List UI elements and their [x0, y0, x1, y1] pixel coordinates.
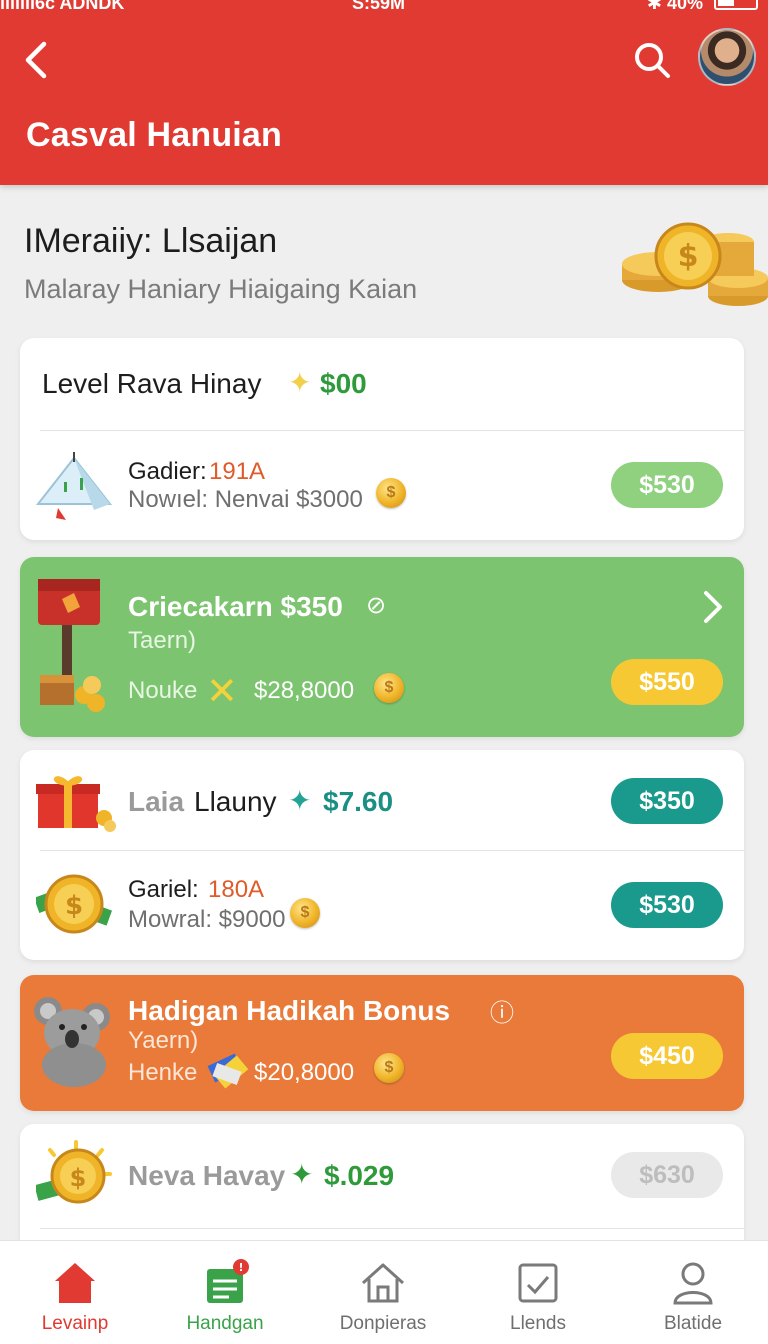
- money-wings-icon: [207, 1053, 249, 1089]
- svg-text:$: $: [678, 239, 699, 274]
- card-level[interactable]: Level Rava Hinay ✦ $00 Gadier: 191A Nowı…: [20, 338, 744, 540]
- koala-icon: [34, 997, 110, 1087]
- cross-icon: ✕: [206, 671, 238, 713]
- divider: [40, 1228, 744, 1229]
- sparkle-icon: ✦: [288, 367, 312, 398]
- search-icon: [635, 43, 670, 78]
- app-bar: ıılllıı6c ADNDK S:59M ✱ 40% Casval Hanui…: [0, 0, 768, 185]
- hadigan-amount-button[interactable]: $450: [611, 1033, 723, 1079]
- svg-text:$: $: [70, 1164, 87, 1192]
- nav-item-llends[interactable]: Llends: [463, 1241, 613, 1344]
- card-level-amount: $00: [320, 368, 367, 399]
- card-criecakarn-line-amount: $28,8000: [254, 677, 355, 704]
- person-icon: [673, 1262, 713, 1305]
- card-neva-title: Neva Havay: [128, 1160, 286, 1191]
- level-amount-button[interactable]: $530: [611, 462, 723, 508]
- divider: [40, 850, 744, 851]
- criecakarn-amount-button[interactable]: $550: [611, 659, 723, 705]
- sun-coin-icon: $: [36, 1140, 112, 1204]
- card-criecakarn[interactable]: Criecakarn $350 ⊘ Taern) Nouke ✕ $28,800…: [20, 557, 744, 737]
- row-label-gadier: Gadier:: [128, 458, 207, 485]
- home-icon: [55, 1263, 95, 1303]
- card-laia-title-dark: Llauny: [194, 786, 277, 817]
- info-icon: ⓘ: [490, 1000, 514, 1027]
- coin-stack-illustration: $: [622, 222, 768, 306]
- row-label-gariel: Gariel:: [128, 876, 199, 903]
- chevron-left-icon: [25, 41, 47, 79]
- nav-label: Handgan: [186, 1313, 264, 1334]
- coin-icon: $: [290, 898, 320, 928]
- divider: [40, 430, 744, 431]
- check-circle-icon: ⊘: [366, 592, 387, 619]
- status-time: S:59M: [352, 0, 406, 13]
- row-line-nowiel: Nowıel: Nenvai $3000: [128, 486, 363, 513]
- nav-label: Llends: [510, 1313, 566, 1334]
- checkbox-icon: [518, 1263, 558, 1303]
- bottom-nav: Levainp ! Handgan Donpieras Llends Blati…: [0, 1240, 768, 1344]
- page-title: Casval Hanuian: [26, 116, 283, 154]
- card-hadigan-subtitle: Yaern): [128, 1027, 199, 1054]
- card-hadigan[interactable]: Hadigan Hadikah Bonus ⓘ Yaern) Henke $20…: [20, 975, 744, 1111]
- search-button[interactable]: [630, 38, 674, 82]
- carrier-label: ıılllıı6c ADNDK: [0, 0, 125, 13]
- card-neva-amount: $.029: [324, 1160, 395, 1191]
- nav-label: Donpieras: [339, 1313, 427, 1334]
- row-line-mowral: Mowral: $9000: [128, 906, 286, 933]
- clipboard-icon: !: [207, 1259, 249, 1303]
- card-level-title: Level Rava Hinay: [42, 368, 262, 399]
- sparkle-icon: ✦: [288, 785, 312, 816]
- bluetooth-icon: ✱: [646, 0, 662, 13]
- card-neva[interactable]: $ Neva Havay ✦ $.029 $630: [20, 1124, 744, 1254]
- card-hadigan-line-amount: $20,8000: [254, 1059, 355, 1086]
- battery-percent: 40%: [666, 0, 703, 13]
- status-right: ✱ 40%: [647, 0, 758, 12]
- row-value-gadier: 191A: [209, 458, 266, 485]
- nav-label: Blatide: [663, 1313, 723, 1334]
- coin-icon: $: [374, 1053, 404, 1083]
- sparkle-icon: ✦: [290, 1159, 314, 1190]
- avatar[interactable]: [698, 28, 756, 86]
- card-laia-title-gray: Laia: [128, 786, 185, 817]
- back-button[interactable]: [18, 38, 58, 82]
- mailbox-icon: [38, 579, 105, 712]
- svg-text:$: $: [65, 891, 83, 921]
- hero-title: IMeraiiy: Llsaijan: [24, 222, 278, 260]
- coin-money-icon: $: [36, 874, 113, 934]
- gift-box-icon: [36, 776, 116, 832]
- battery-icon: [714, 0, 758, 11]
- svg-text:!: !: [238, 1261, 243, 1274]
- card-criecakarn-line-label: Nouke: [128, 677, 198, 704]
- nav-item-blatide[interactable]: Blatide: [618, 1241, 768, 1344]
- card-hadigan-title: Hadigan Hadikah Bonus: [128, 995, 451, 1026]
- nav-item-levainp[interactable]: Levainp: [0, 1241, 150, 1344]
- laia-top-button[interactable]: $350: [611, 778, 723, 824]
- hero-subtitle: Malaray Haniary Hiaigaing Kaian: [24, 274, 418, 304]
- status-bar: ıılllıı6c ADNDK S:59M ✱ 40%: [0, 0, 768, 16]
- card-hadigan-line-label: Henke: [128, 1059, 198, 1086]
- row-value-gariel: 180A: [208, 876, 265, 903]
- chevron-right-icon[interactable]: [700, 589, 724, 625]
- card-laia-amount: $7.60: [323, 786, 394, 817]
- house-outline-icon: [361, 1263, 405, 1303]
- tent-icon: [35, 452, 113, 520]
- laia-bottom-button[interactable]: $530: [611, 882, 723, 928]
- card-criecakarn-subtitle: Taern): [128, 627, 197, 654]
- nav-item-handgan[interactable]: ! Handgan: [150, 1241, 300, 1344]
- nav-label: Levainp: [41, 1313, 109, 1334]
- coin-icon: $: [376, 478, 406, 508]
- coin-icon: $: [374, 673, 404, 703]
- nav-item-donpieras[interactable]: Donpieras: [308, 1241, 458, 1344]
- neva-amount-button[interactable]: $630: [611, 1152, 723, 1198]
- card-laia[interactable]: Laia Llauny ✦ $7.60 $350 $ Gariel: 180A …: [20, 750, 744, 960]
- card-criecakarn-title: Criecakarn $350: [128, 591, 343, 622]
